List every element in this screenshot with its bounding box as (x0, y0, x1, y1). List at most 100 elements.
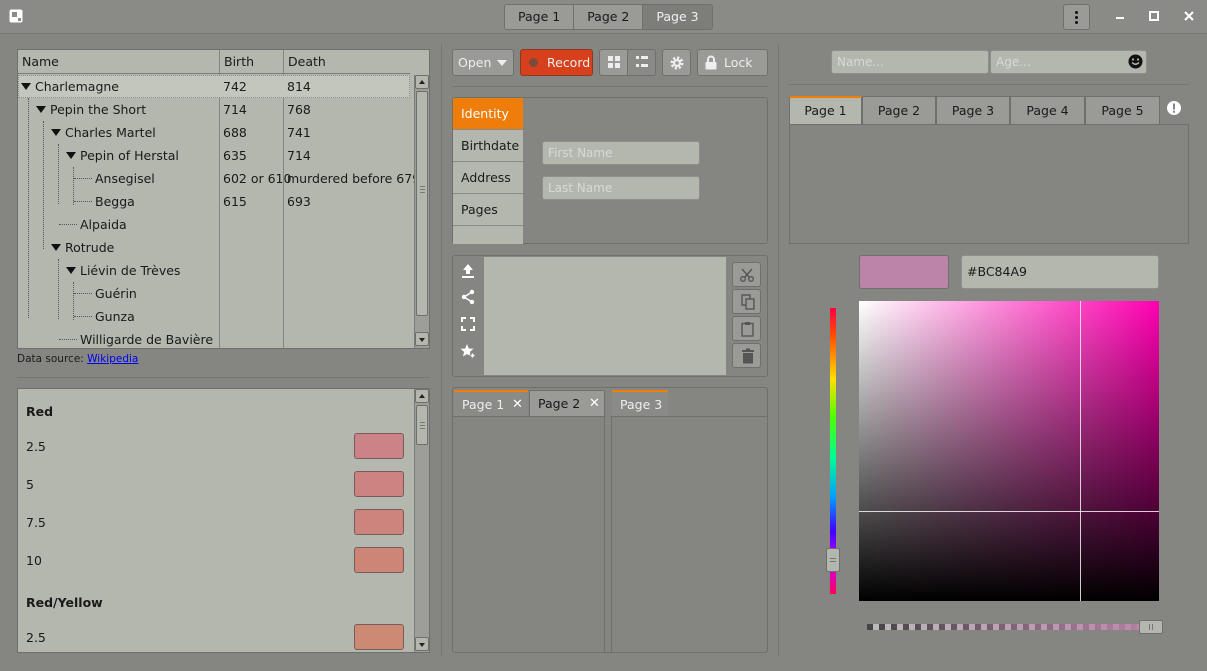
tab-birthdate[interactable]: Birthdate (453, 130, 523, 162)
scroll-up-arrow-icon[interactable] (415, 389, 429, 403)
age-field[interactable]: Age... (990, 50, 1147, 74)
name-field[interactable]: Name... (831, 50, 989, 74)
color-swatch[interactable] (354, 547, 404, 573)
minimize-icon[interactable] (1111, 8, 1129, 24)
app-icon (9, 9, 23, 23)
grid-view-button[interactable] (600, 50, 627, 75)
copy-button[interactable] (732, 289, 761, 314)
column-divider (778, 44, 779, 656)
close-tab-icon[interactable]: ✕ (589, 391, 600, 417)
scrollbar-thumb[interactable] (416, 91, 428, 316)
color-swatch[interactable] (354, 433, 404, 459)
maximize-icon[interactable] (1145, 8, 1163, 24)
warning-icon[interactable] (1167, 101, 1181, 115)
tree-vertical-scrollbar[interactable] (414, 75, 429, 348)
tree-guide-line (74, 201, 92, 202)
text-editor-area[interactable] (484, 257, 726, 375)
right-tab-pane (611, 416, 767, 652)
column-header-name[interactable]: Name (18, 50, 59, 74)
tab-pages[interactable]: Pages (453, 194, 523, 226)
expand-triangle-icon[interactable] (36, 106, 46, 113)
tree-row[interactable]: Pepin the Short 714 768 (18, 98, 410, 121)
color-swatch[interactable] (354, 509, 404, 535)
expand-triangle-icon[interactable] (66, 152, 76, 159)
grid-view-icon (608, 56, 620, 68)
tree-row[interactable]: Liévin de Trèves (18, 259, 410, 282)
delete-button[interactable] (732, 343, 761, 368)
doc-tab-page-2[interactable]: Page 2 ✕ (529, 390, 605, 416)
alpha-slider-thumb[interactable] (1139, 620, 1163, 634)
open-dropdown-button[interactable]: Open (452, 49, 514, 76)
paste-button[interactable] (732, 316, 761, 341)
section-divider (452, 86, 768, 87)
tree-row[interactable]: Willigarde de Bavière (18, 328, 410, 351)
right-tab-page-4[interactable]: Page 4 (1010, 96, 1085, 124)
tree-cell-name: Begga (95, 194, 135, 209)
titlebar-tab-page-3[interactable]: Page 3 (643, 5, 712, 29)
tree-row[interactable]: Ansegisel 602 or 610 murdered before 679 (18, 167, 420, 190)
color-swatch[interactable] (354, 624, 404, 650)
hue-slider-thumb[interactable] (826, 548, 840, 572)
wikipedia-link[interactable]: Wikipedia (87, 353, 138, 365)
tree-row[interactable]: Charlemagne 742 814 (18, 75, 410, 98)
tree-row[interactable]: Gunza (18, 305, 410, 328)
expand-triangle-icon[interactable] (66, 267, 76, 274)
close-tab-icon[interactable]: ✕ (512, 392, 523, 418)
family-tree-table[interactable]: Name Birth Death Charlemagne 742 814 Pep… (17, 49, 430, 349)
tree-row[interactable]: Charles Martel 688 741 (18, 121, 410, 144)
chevron-down-icon (497, 60, 507, 66)
tree-cell-death: 768 (287, 102, 311, 117)
column-header-death[interactable]: Death (284, 50, 326, 74)
star-add-icon[interactable] (460, 343, 476, 359)
tree-guide-line (74, 293, 92, 294)
settings-button[interactable] (662, 49, 691, 76)
scroll-up-arrow-icon[interactable] (415, 75, 429, 89)
expand-triangle-icon[interactable] (51, 129, 61, 136)
right-tab-page-5[interactable]: Page 5 (1085, 96, 1160, 124)
color-list[interactable]: Red 2.5 5 7.5 10 Red/Yellow 2.5 (17, 388, 430, 653)
picker-crosshair-vertical (1080, 301, 1081, 601)
doc-tab-page-1[interactable]: Page 1 ✕ (454, 390, 528, 416)
column-header-birth[interactable]: Birth (220, 50, 254, 74)
expand-triangle-icon[interactable] (21, 83, 31, 90)
close-icon[interactable] (1180, 8, 1198, 24)
share-icon[interactable] (460, 289, 476, 305)
tree-row[interactable]: Alpaida (18, 213, 410, 236)
saturation-brightness-picker[interactable] (859, 301, 1159, 601)
doc-tab-page-3[interactable]: Page 3 (612, 390, 668, 416)
lock-button[interactable]: Lock (697, 49, 768, 76)
titlebar-tab-page-2[interactable]: Page 2 (574, 5, 644, 29)
hex-color-field[interactable]: #BC84A9 (961, 255, 1159, 289)
tree-row[interactable]: Guérin (18, 282, 410, 305)
cut-button[interactable] (732, 262, 761, 287)
fullscreen-icon[interactable] (460, 316, 476, 332)
tree-cell-name: Alpaida (80, 217, 127, 232)
tab-identity[interactable]: Identity (453, 98, 523, 130)
tree-row[interactable]: Pepin of Herstal 635 714 (18, 144, 410, 167)
right-tab-page-3[interactable]: Page 3 (936, 96, 1010, 124)
alpha-slider[interactable] (867, 624, 1159, 630)
upload-icon[interactable] (460, 263, 476, 279)
color-list-scrollbar[interactable] (414, 389, 429, 652)
list-view-button[interactable] (627, 50, 655, 75)
expand-triangle-icon[interactable] (51, 244, 61, 251)
right-tab-page-1[interactable]: Page 1 (789, 96, 862, 124)
scroll-down-arrow-icon[interactable] (415, 637, 429, 651)
record-button[interactable]: Record (520, 49, 593, 76)
color-swatch[interactable] (354, 471, 404, 497)
tree-row[interactable]: Rotrude (18, 236, 410, 259)
tree-cell-birth: 615 (223, 194, 247, 209)
last-name-field[interactable]: Last Name (542, 176, 700, 200)
tree-row[interactable]: Begga 615 693 (18, 190, 410, 213)
doc-tab-label: Page 2 (538, 396, 581, 411)
scroll-down-arrow-icon[interactable] (415, 332, 429, 346)
tree-cell-name: Ansegisel (95, 171, 155, 186)
right-tab-page-2[interactable]: Page 2 (862, 96, 936, 124)
tab-address[interactable]: Address (453, 162, 523, 194)
titlebar-tab-page-1[interactable]: Page 1 (505, 5, 575, 29)
smiley-icon[interactable] (1128, 54, 1143, 69)
color-group-title: Red/Yellow (26, 595, 103, 610)
scrollbar-thumb[interactable] (416, 405, 428, 445)
kebab-menu-icon[interactable] (1063, 4, 1090, 30)
first-name-field[interactable]: First Name (542, 141, 700, 165)
